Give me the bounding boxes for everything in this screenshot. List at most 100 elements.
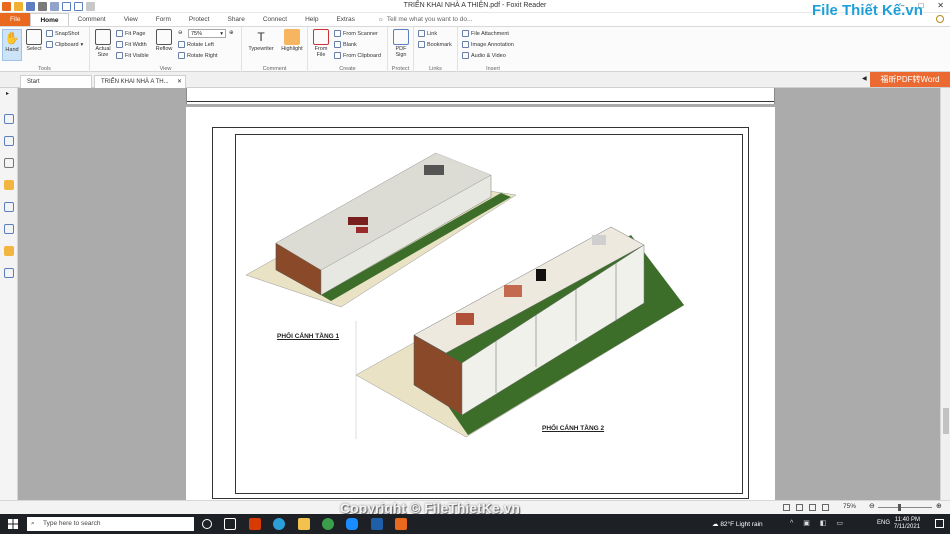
- bookmark-button[interactable]: Bookmark: [418, 41, 452, 48]
- security-icon[interactable]: [4, 224, 14, 234]
- chevron-down-icon: ▾: [220, 31, 223, 37]
- rotate-right-button[interactable]: Rotate Right: [178, 52, 218, 59]
- tab-comment[interactable]: Comment: [69, 13, 115, 26]
- tray-icons: ^ ▣ ◧ ▭: [790, 519, 843, 527]
- layers-icon[interactable]: [4, 158, 14, 168]
- fit-width-icon: [116, 41, 123, 48]
- zoom-slider-track[interactable]: [878, 507, 932, 508]
- close-icon[interactable]: ✕: [937, 1, 944, 10]
- fit-visible-button[interactable]: Fit Visible: [116, 52, 149, 59]
- previous-page-bottom: [186, 88, 775, 104]
- comments-icon[interactable]: [4, 180, 14, 190]
- select-button[interactable]: Select: [24, 29, 44, 52]
- tab-help[interactable]: Help: [296, 13, 327, 26]
- snapshot-button[interactable]: SnapShot: [46, 30, 79, 37]
- group-insert: File Attachment Image Annotation Audio &…: [458, 27, 528, 73]
- revit-icon[interactable]: [371, 518, 383, 530]
- tab-document[interactable]: TRIỂN KHAI NHÀ A TH... ✕: [94, 75, 186, 88]
- tab-connect[interactable]: Connect: [254, 13, 296, 26]
- floor1-perspective: [245, 152, 517, 308]
- skin-icon[interactable]: [936, 15, 944, 23]
- image-annotation-button[interactable]: Image Annotation: [462, 41, 514, 48]
- zoom-in-status-icon[interactable]: ⊕: [936, 502, 942, 510]
- tab-view[interactable]: View: [115, 13, 147, 26]
- single-page-icon[interactable]: [783, 504, 790, 511]
- lock-icon[interactable]: [4, 246, 14, 256]
- tab-form[interactable]: Form: [147, 13, 180, 26]
- attachments-icon[interactable]: [4, 202, 14, 212]
- from-clipboard-button[interactable]: From Clipboard: [334, 52, 381, 59]
- floor2-label: PHỐI CẢNH TẦNG 2: [542, 425, 605, 432]
- from-scanner-button[interactable]: From Scanner: [334, 30, 378, 37]
- battery-icon[interactable]: ▭: [836, 520, 843, 527]
- tab-file[interactable]: File: [0, 13, 31, 26]
- zoom-slider-knob[interactable]: [898, 504, 901, 511]
- hand-button[interactable]: ✋ Hand: [2, 29, 22, 61]
- cortana-icon[interactable]: [202, 519, 212, 529]
- tell-me-search[interactable]: ☼ Tell me what you want to do...: [378, 13, 473, 26]
- highlight-button[interactable]: Highlight: [278, 29, 306, 52]
- tools-icon[interactable]: [4, 268, 14, 278]
- weather-widget[interactable]: ☁ 82°F Light rain: [712, 520, 763, 528]
- file-attachment-button[interactable]: File Attachment: [462, 30, 509, 37]
- zalo-icon[interactable]: [346, 518, 358, 530]
- clipboard-button[interactable]: Clipboard ▾: [46, 41, 83, 48]
- explorer-icon[interactable]: [298, 518, 310, 530]
- rotate-left-button[interactable]: Rotate Left: [178, 41, 214, 48]
- zoom-in-icon[interactable]: ⊕: [229, 30, 234, 36]
- close-tab-icon[interactable]: ✕: [177, 76, 182, 88]
- fit-page-button[interactable]: Fit Page: [116, 30, 145, 37]
- bookmarks-icon[interactable]: [4, 114, 14, 124]
- continuous-page-icon[interactable]: [796, 504, 803, 511]
- tab-extras[interactable]: Extras: [327, 13, 363, 26]
- from-file-button[interactable]: From File: [311, 29, 331, 58]
- taskbar-search[interactable]: ⌕ Type here to search: [27, 517, 194, 531]
- chrome-icon[interactable]: [322, 518, 334, 530]
- facing-page-icon[interactable]: [809, 504, 816, 511]
- chevron-up-icon[interactable]: ^: [790, 520, 793, 527]
- language-indicator[interactable]: ENG: [877, 520, 890, 526]
- zoom-select[interactable]: 75% ▾: [188, 29, 226, 38]
- floor1-table: [356, 227, 368, 233]
- vertical-scrollbar[interactable]: [940, 88, 950, 500]
- notifications-icon[interactable]: [935, 519, 944, 528]
- windows-start-icon[interactable]: [8, 519, 18, 529]
- convert-to-word-button[interactable]: 福昕PDF转Word: [870, 72, 950, 87]
- scrollbar-thumb[interactable]: [943, 408, 949, 434]
- tab-start[interactable]: Start: [20, 75, 92, 88]
- status-zoom-value[interactable]: 75%: [843, 503, 856, 510]
- search-icon: ⌕: [31, 520, 35, 527]
- network-icon[interactable]: ▣: [803, 520, 810, 527]
- document-viewer[interactable]: PHỐI CẢNH TẦNG 1 PHỐI CẢNH TẦNG 2: [18, 88, 940, 500]
- group-links: Link Bookmark Links: [414, 27, 458, 73]
- continuous-facing-icon[interactable]: [822, 504, 829, 511]
- group-view: Actual Size Fit Page Fit Width Fit Visib…: [90, 27, 242, 73]
- pages-icon[interactable]: [4, 136, 14, 146]
- edge-icon[interactable]: [273, 518, 285, 530]
- tab-list-chevron-icon[interactable]: ◀: [862, 75, 867, 82]
- pdf-sign-button[interactable]: PDF Sign: [391, 29, 411, 58]
- typewriter-button[interactable]: T Typewriter: [246, 29, 276, 52]
- zoom-out-status-icon[interactable]: ⊖: [869, 502, 875, 510]
- expand-panel-icon[interactable]: ▸: [6, 90, 9, 97]
- rotate-right-icon: [178, 52, 185, 59]
- select-cursor-icon: [26, 29, 42, 45]
- volume-icon[interactable]: ◧: [820, 520, 827, 527]
- tab-home[interactable]: Home: [30, 13, 69, 26]
- blank-button[interactable]: Blank: [334, 41, 357, 48]
- group-tools: ✋ Hand Select SnapShot Clipboard ▾ Tools: [0, 27, 90, 73]
- floor2-bedroom-2: [504, 285, 522, 297]
- task-view-icon[interactable]: [224, 518, 236, 530]
- office-icon[interactable]: [249, 518, 261, 530]
- tab-share[interactable]: Share: [218, 13, 253, 26]
- zoom-out-icon[interactable]: ⊖: [178, 30, 183, 36]
- reflow-button[interactable]: Reflow: [154, 29, 174, 52]
- link-button[interactable]: Link: [418, 30, 437, 37]
- foxit-taskbar-icon[interactable]: [395, 518, 407, 530]
- audio-video-button[interactable]: Audio & Video: [462, 52, 506, 59]
- clock[interactable]: 11:40 PM 7/11/2021: [894, 517, 920, 531]
- actual-size-button[interactable]: Actual Size: [93, 29, 113, 58]
- tab-protect[interactable]: Protect: [180, 13, 219, 26]
- fit-width-button[interactable]: Fit Width: [116, 41, 147, 48]
- pen-sign-icon: [393, 29, 409, 45]
